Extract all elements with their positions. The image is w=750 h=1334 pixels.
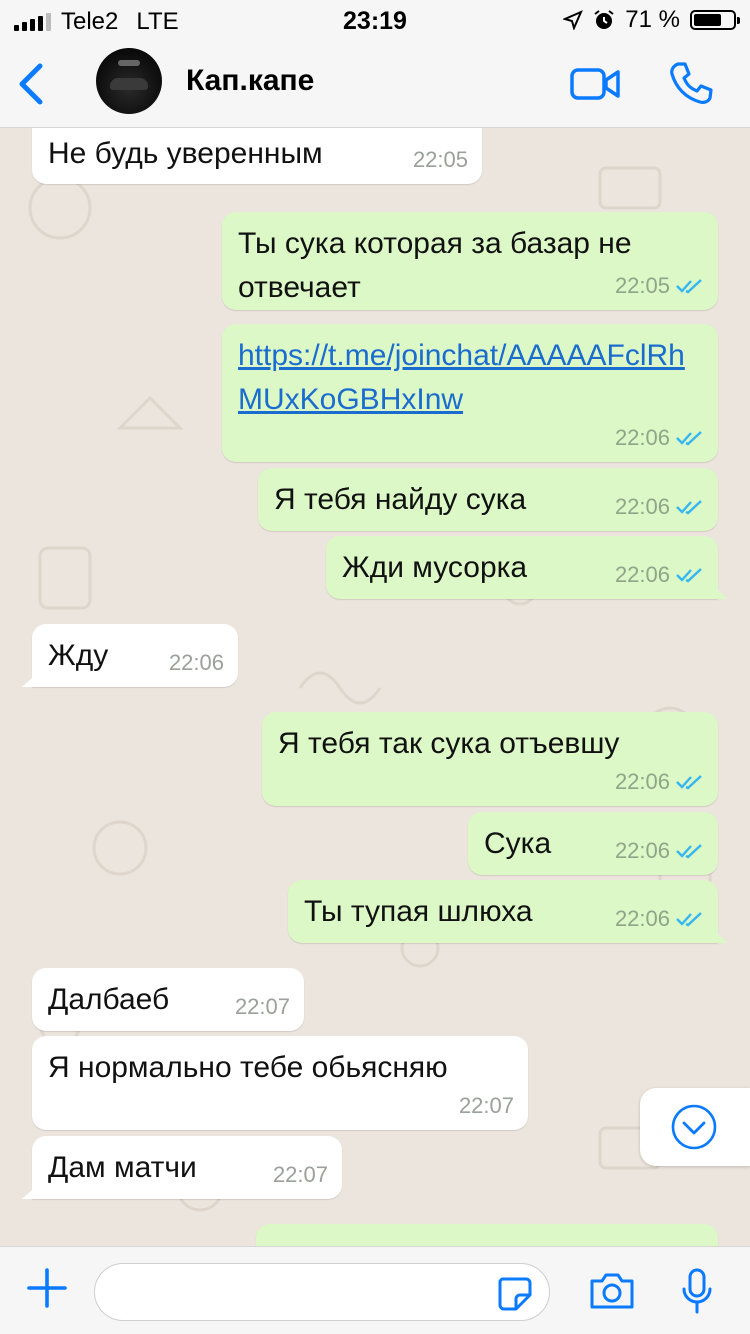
message-time: 22:06: [615, 835, 704, 867]
message-time: 22:06: [169, 647, 224, 679]
message-time: 22:06: [615, 422, 704, 454]
message-time-label: 22:05: [412, 147, 468, 173]
message-time-label: 22:06: [614, 838, 670, 864]
message-time-label: 22:06: [614, 425, 670, 451]
message-time: 22:06: [615, 766, 704, 798]
message-time: 22:07: [273, 1159, 328, 1191]
double-check-icon: [676, 912, 702, 927]
message-text: Я тебя так сука отъевшу: [278, 727, 620, 760]
avatar[interactable]: [96, 48, 162, 114]
message-outgoing[interactable]: Я тебя так сука отъевшу 22:06: [262, 712, 718, 806]
message-incoming[interactable]: Я нормально тебе обьясняю 22:07: [32, 1036, 528, 1130]
camera-icon[interactable]: [588, 1271, 636, 1311]
message-time-label: 22:07: [272, 1162, 328, 1188]
message-outgoing-partial[interactable]: [256, 1224, 718, 1246]
message-outgoing[interactable]: https://t.me/joinchat/AAAAAFclRhMUxKoGBH…: [222, 324, 718, 462]
double-check-icon: [676, 568, 702, 583]
message-incoming[interactable]: Дам матчи 22:07: [32, 1136, 342, 1199]
message-time: 22:05: [413, 144, 468, 176]
chat-header: Кап.капе: [0, 40, 750, 128]
battery-percent: 71 %: [625, 6, 680, 33]
location-icon: [563, 10, 584, 30]
message-incoming[interactable]: Не будь уверенным 22:05: [32, 128, 482, 184]
message-time: 22:06: [615, 491, 704, 523]
message-time-label: 22:07: [234, 994, 290, 1020]
message-time-label: 22:06: [168, 650, 224, 676]
message-list[interactable]: Не будь уверенным 22:05 Ты сука которая …: [0, 128, 750, 1246]
message-time-label: 22:06: [614, 769, 670, 795]
double-check-icon: [676, 431, 702, 446]
message-time-label: 22:06: [614, 494, 670, 520]
composer-bar: [0, 1246, 750, 1334]
message-outgoing[interactable]: Жди мусорка 22:06: [326, 536, 718, 599]
double-check-icon: [676, 279, 702, 294]
plus-icon[interactable]: [26, 1267, 68, 1309]
double-check-icon: [676, 775, 702, 790]
message-time: 22:05: [615, 270, 704, 302]
chat-title[interactable]: Кап.капе: [186, 64, 314, 98]
message-input[interactable]: [94, 1263, 550, 1321]
message-outgoing[interactable]: Ты тупая шлюха 22:06: [288, 880, 718, 943]
message-time: 22:07: [235, 991, 290, 1023]
alarm-icon: [594, 10, 614, 29]
message-time-label: 22:06: [614, 906, 670, 932]
message-link[interactable]: https://t.me/joinchat/AAAAAFclRhMUxKoGBH…: [222, 324, 718, 421]
sticker-icon[interactable]: [496, 1275, 532, 1311]
phone-icon[interactable]: [668, 60, 714, 106]
message-outgoing[interactable]: Ты сука которая за базар не отвечает 22:…: [222, 212, 718, 310]
chevron-left-icon[interactable]: [14, 62, 50, 106]
message-time-label: 22:07: [458, 1093, 514, 1119]
message-incoming[interactable]: Далбаеб 22:07: [32, 968, 304, 1031]
chevron-down-icon: [671, 1104, 717, 1150]
microphone-icon[interactable]: [680, 1267, 714, 1315]
status-bar: Tele2 LTE 23:19 71 %: [0, 0, 750, 40]
message-time-label: 22:05: [614, 273, 670, 299]
message-time-label: 22:06: [614, 562, 670, 588]
message-time: 22:06: [615, 559, 704, 591]
message-outgoing[interactable]: Я тебя найду сука 22:06: [258, 468, 718, 531]
message-time: 22:06: [615, 903, 704, 935]
message-outgoing[interactable]: Сука 22:06: [468, 812, 718, 875]
message-incoming[interactable]: Жду 22:06: [32, 624, 238, 687]
scroll-to-bottom-button[interactable]: [640, 1088, 750, 1166]
message-text: Я нормально тебе обьясняю: [48, 1051, 448, 1084]
double-check-icon: [676, 500, 702, 515]
message-time: 22:07: [459, 1090, 514, 1122]
double-check-icon: [676, 844, 702, 859]
battery-icon: [690, 10, 740, 30]
video-call-icon[interactable]: [570, 66, 622, 102]
